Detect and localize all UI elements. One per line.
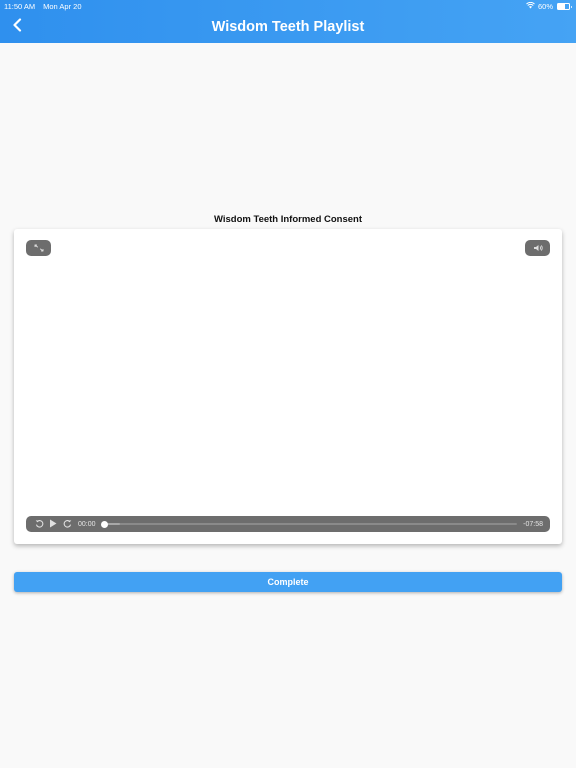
- playback-control-bar: 00:00 -07:58: [26, 516, 550, 532]
- page-title: Wisdom Teeth Playlist: [211, 19, 365, 35]
- status-left: 11:50 AM Mon Apr 20: [4, 2, 82, 11]
- rewind-button[interactable]: [32, 516, 46, 532]
- fullscreen-toggle-icon: [34, 239, 44, 257]
- forward-button[interactable]: [60, 516, 74, 532]
- video-title: Wisdom Teeth Informed Consent: [213, 214, 363, 225]
- seek-track: [102, 523, 518, 525]
- battery-icon: [557, 3, 572, 10]
- elapsed-time: 00:00: [78, 520, 96, 528]
- seek-slider[interactable]: [101, 516, 518, 532]
- status-date: Mon Apr 20: [43, 2, 82, 11]
- volume-button[interactable]: [525, 240, 550, 256]
- remaining-time: -07:58: [523, 520, 543, 528]
- play-icon: [49, 515, 57, 533]
- battery-tip: [570, 5, 572, 8]
- status-bar: 11:50 AM Mon Apr 20 60%: [0, 0, 576, 12]
- play-button[interactable]: [46, 516, 60, 532]
- complete-button[interactable]: Complete: [14, 572, 562, 592]
- video-player[interactable]: 00:00 -07:58: [14, 229, 562, 544]
- fast-forward-icon: [63, 515, 72, 533]
- battery-fill: [558, 4, 565, 9]
- status-right: 60%: [526, 1, 572, 11]
- seek-thumb[interactable]: [101, 520, 108, 528]
- navigation-header: 11:50 AM Mon Apr 20 60% Wisdom Teeth Pla…: [0, 0, 576, 43]
- speaker-icon: [533, 239, 543, 257]
- status-time: 11:50 AM: [4, 2, 36, 11]
- rewind-icon: [35, 515, 44, 533]
- wifi-icon: [526, 1, 535, 11]
- battery-percent: 60%: [537, 2, 553, 11]
- fullscreen-button[interactable]: [26, 240, 51, 256]
